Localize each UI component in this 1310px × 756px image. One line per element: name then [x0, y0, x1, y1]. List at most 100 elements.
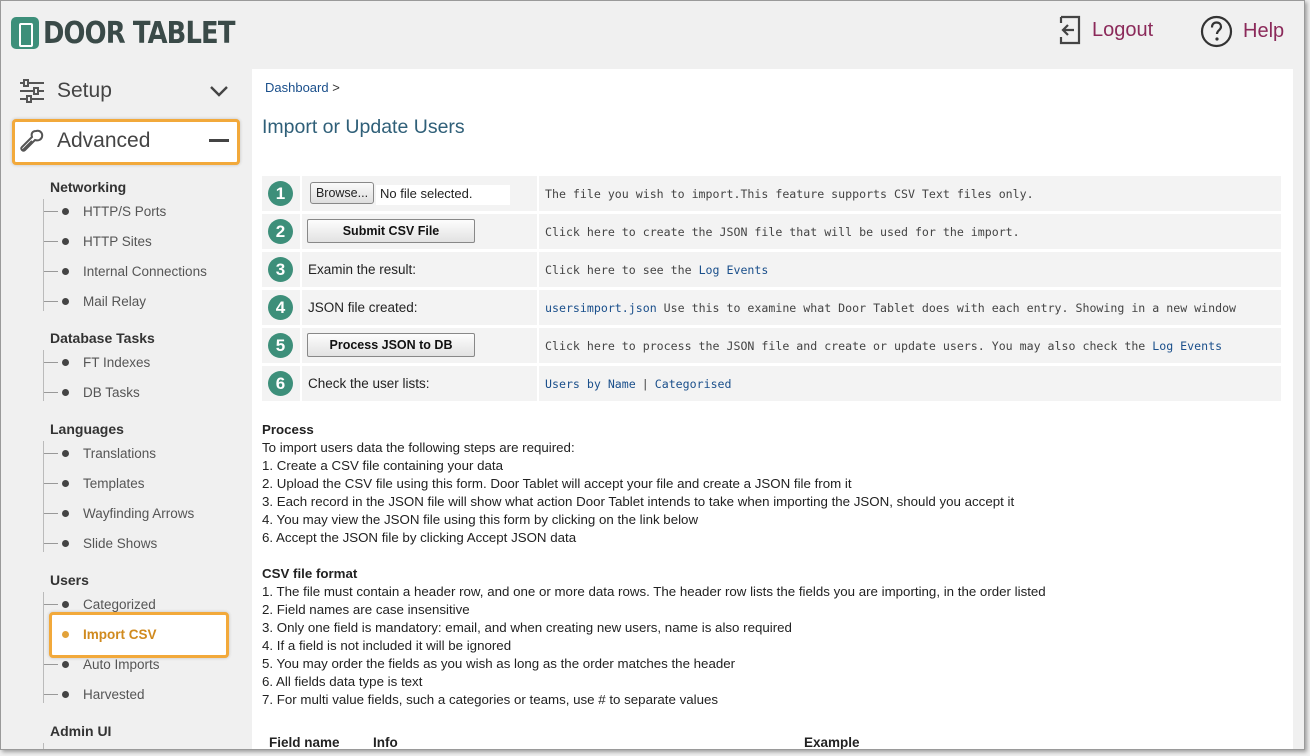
csv-format-line: 4. If a field is not included it will be…: [262, 638, 512, 653]
sidebar-item-label: Harvested: [83, 686, 145, 702]
logout-link[interactable]: Logout: [1058, 15, 1153, 45]
process-heading: Process: [262, 422, 314, 437]
log-events-link[interactable]: Log Events: [1152, 339, 1222, 353]
breadcrumb: Dashboard >: [265, 80, 340, 95]
step-row: 1 Browse... No file selected. The file y…: [262, 176, 1281, 211]
log-events-link[interactable]: Log Events: [699, 263, 769, 277]
sidebar-item-ft-indexes[interactable]: FT Indexes: [44, 351, 234, 373]
table-header-info: Info: [373, 735, 398, 750]
sidebar-item-templates[interactable]: Templates: [44, 472, 234, 494]
step-number-badge: 2: [268, 219, 293, 244]
sidebar-item-label: Mail Relay: [83, 293, 147, 309]
main-panel: Dashboard > Import or Update Users 1 Bro…: [252, 69, 1293, 750]
step-number-badge: 1: [268, 181, 293, 206]
nav-setup-label: Setup: [57, 79, 112, 102]
logo-text: DOOR TABLET: [43, 15, 235, 51]
step-number-badge: 6: [268, 371, 293, 396]
csv-format-section: CSV file format 1. The file must contain…: [262, 565, 1046, 709]
sidebar-item-label: Categorized: [83, 596, 156, 612]
logout-label: Logout: [1092, 18, 1154, 41]
step-number-badge: 3: [268, 257, 293, 282]
categorised-link[interactable]: Categorised: [655, 377, 732, 391]
file-status: No file selected.: [376, 185, 510, 205]
nav-advanced-label: Advanced: [57, 129, 151, 152]
section-database-tasks: Database Tasks: [50, 330, 155, 346]
step-row: 5 Process JSON to DB Click here to proce…: [262, 328, 1281, 363]
sidebar-item-label: Import CSV: [83, 626, 157, 642]
sidebar-item-label: FT Indexes: [83, 354, 151, 370]
users-by-name-link[interactable]: Users by Name: [545, 377, 636, 391]
app-window: DOOR TABLET Logout Help Setup Advanced N…: [0, 0, 1305, 750]
sidebar-item-wayfinding-arrows[interactable]: Wayfinding Arrows: [44, 502, 234, 524]
table-header-field-name: Field name: [269, 735, 340, 750]
process-line: 4. You may view the JSON file using this…: [262, 512, 699, 527]
browse-button[interactable]: Browse...: [310, 182, 374, 204]
wrench-icon: [20, 129, 44, 152]
sidebar-item-https-ports[interactable]: HTTP/S Ports: [44, 200, 234, 222]
csv-format-line: 1. The file must contain a header row, a…: [262, 584, 1046, 599]
logo-icon: [11, 17, 39, 49]
step-row: 6 Check the user lists: Users by Name | …: [262, 366, 1281, 401]
nav-advanced[interactable]: Advanced: [19, 123, 235, 159]
sidebar-item-harvested[interactable]: Harvested: [44, 683, 234, 705]
step-row: 3 Examin the result: Click here to see t…: [262, 252, 1281, 287]
step-row: 4 JSON file created: usersimport.json Us…: [262, 290, 1281, 325]
sidebar-item-label: Slide Shows: [83, 535, 158, 551]
logout-icon: [1059, 15, 1081, 45]
csv-format-line: 7. For multi value fields, such a catego…: [262, 692, 719, 707]
collapse-icon[interactable]: [209, 138, 229, 144]
sidebar-item-slide-shows[interactable]: Slide Shows: [44, 532, 234, 554]
breadcrumb-separator: >: [332, 80, 340, 95]
nav-setup[interactable]: Setup: [19, 73, 235, 109]
sidebar-item-http-sites[interactable]: HTTP Sites: [44, 230, 234, 252]
page-title: Import or Update Users: [262, 116, 465, 138]
section-users: Users: [50, 572, 89, 588]
json-file-link[interactable]: usersimport.json: [545, 301, 657, 315]
step-label: Examin the result:: [308, 262, 417, 277]
process-line: 1. Create a CSV file containing your dat…: [262, 458, 503, 473]
sidebar-item-label: Wayfinding Arrows: [83, 505, 195, 521]
step-label: JSON file created:: [308, 300, 418, 315]
sidebar-item-label: Templates: [83, 475, 145, 491]
help-icon: [1200, 15, 1233, 48]
sidebar-item-translations[interactable]: Translations: [44, 442, 234, 464]
process-intro: To import users data the following steps…: [262, 440, 575, 455]
csv-format-line: 5. You may order the fields as you wish …: [262, 656, 736, 671]
sidebar-item-internal-connections[interactable]: Internal Connections: [44, 260, 234, 282]
sidebar-item-auto-imports[interactable]: Auto Imports: [44, 653, 234, 675]
help-label: Help: [1243, 20, 1285, 42]
step-number-badge: 5: [268, 333, 293, 358]
sidebar-item-mail-relay[interactable]: Mail Relay: [44, 290, 234, 312]
sidebar-item-db-tasks[interactable]: DB Tasks: [44, 381, 234, 403]
table-header-example: Example: [804, 735, 860, 750]
process-section: Process To import users data the followi…: [262, 421, 1014, 547]
step-info: The file you wish to import.This feature…: [545, 186, 1034, 201]
breadcrumb-dashboard[interactable]: Dashboard: [265, 80, 329, 95]
sidebar-item-label: Internal Connections: [83, 263, 207, 279]
sidebar-item-import-csv[interactable]: Import CSV: [44, 623, 234, 645]
door-tablet-logo[interactable]: DOOR TABLET: [11, 15, 266, 51]
sidebar-item-label: HTTP/S Ports: [83, 203, 167, 219]
link-separator: |: [641, 376, 649, 391]
process-line: 2. Upload the CSV file using this form. …: [262, 476, 852, 491]
section-networking: Networking: [50, 179, 127, 195]
chevron-down-icon[interactable]: [209, 84, 229, 98]
submit-csv-button[interactable]: Submit CSV File: [307, 219, 475, 243]
step-row: 2 Submit CSV File Click here to create t…: [262, 214, 1281, 249]
sidebar-item-label: Auto Imports: [83, 656, 160, 672]
step-info: Click here to create the JSON file that …: [545, 224, 1020, 239]
step-number-badge: 4: [268, 295, 293, 320]
csv-format-line: 3. Only one field is mandatory: email, a…: [262, 620, 792, 635]
sidebar-item-label: DB Tasks: [83, 384, 140, 400]
step-label: Check the user lists:: [308, 376, 430, 391]
csv-format-heading: CSV file format: [262, 566, 358, 581]
sidebar-item-label: Translations: [83, 445, 157, 461]
sidebar-item-label: HTTP Sites: [83, 233, 152, 249]
process-json-button[interactable]: Process JSON to DB: [307, 333, 475, 357]
csv-format-line: 6. All fields data type is text: [262, 674, 423, 689]
process-line: 3. Each record in the JSON file will sho…: [262, 494, 1015, 509]
process-line: 6. Accept the JSON file by clicking Acce…: [262, 530, 577, 545]
step-info: Click here to see the: [545, 262, 699, 277]
help-link[interactable]: Help: [1200, 15, 1284, 48]
step-info: Click here to process the JSON file and …: [545, 338, 1153, 353]
